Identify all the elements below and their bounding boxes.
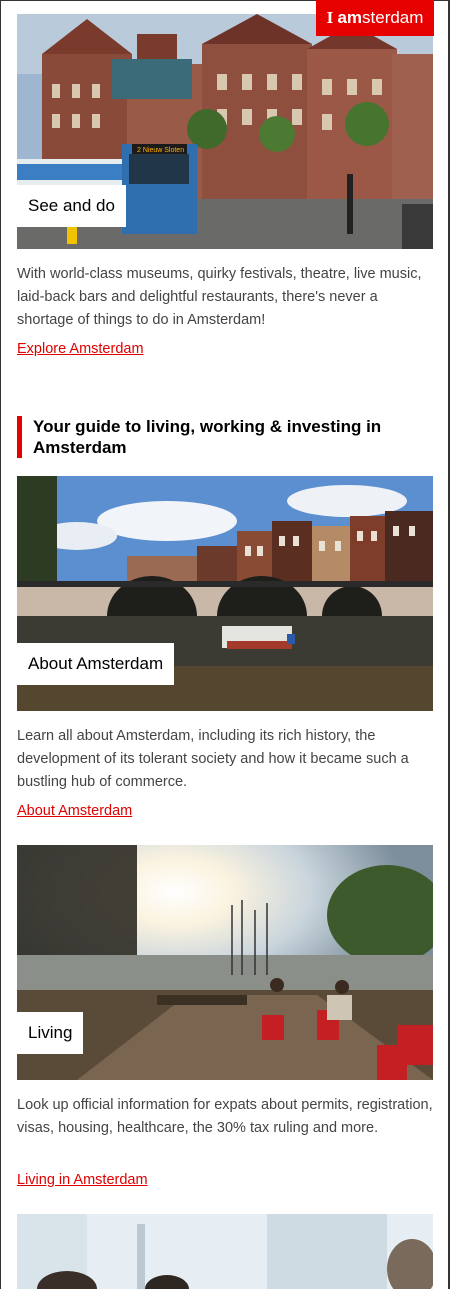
explore-amsterdam-link[interactable]: Explore Amsterdam [17,341,144,357]
about-amsterdam-image[interactable]: About Amsterdam [17,476,433,711]
see-and-do-label: See and do [17,185,126,227]
about-amsterdam-link[interactable]: About Amsterdam [17,803,132,819]
living-label: Living [17,1012,84,1054]
see-and-do-description: With world-class museums, quirky festiva… [17,266,422,328]
see-and-do-image[interactable]: 2 Nieuw Sloten See and do [17,14,433,249]
tram-destination-sign: 2 Nieuw Sloten [137,147,184,154]
living-description: Look up official information for expats … [17,1097,433,1136]
next-card-image[interactable] [17,1214,433,1289]
about-amsterdam-label: About Amsterdam [17,643,175,685]
living-image[interactable]: Living [17,845,433,1080]
logo-rest: sterdam [362,8,424,27]
guide-heading: Your guide to living, working & investin… [17,416,449,458]
frame-left-border [0,0,1,1289]
living-in-amsterdam-link[interactable]: Living in Amsterdam [17,1172,148,1188]
logo-am: am [337,8,363,27]
about-amsterdam-description: Learn all about Amsterdam, including its… [17,728,409,790]
i-amsterdam-logo[interactable]: I am sterdam [316,0,434,36]
logo-prefix: I [326,8,338,27]
office-meeting-photo [17,1214,433,1289]
